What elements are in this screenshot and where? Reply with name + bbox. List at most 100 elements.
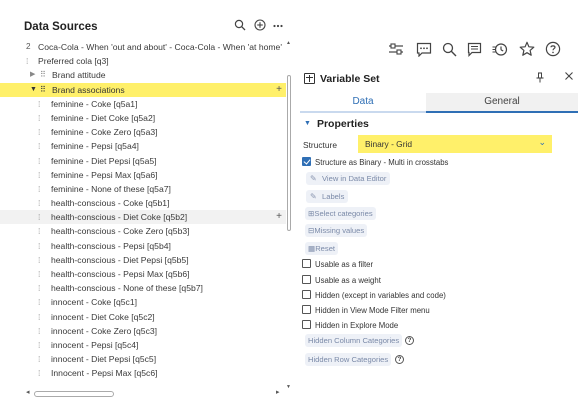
tree-item-label: innocent - Coke Zero [q5c3] bbox=[51, 325, 158, 336]
tree-variable-item[interactable]: ⁞ innocent - Coke [q5c1] bbox=[0, 295, 286, 309]
tree-variable-item[interactable]: ⁞ innocent - Coke Zero [q5c3] bbox=[0, 324, 286, 338]
tab-data[interactable]: Data bbox=[300, 93, 426, 113]
usable-as-filter-checkbox[interactable]: Usable as a filter bbox=[302, 259, 373, 271]
notes-icon[interactable] bbox=[463, 38, 485, 60]
close-icon[interactable] bbox=[564, 71, 574, 84]
tree-item[interactable]: ⁞ Preferred cola [q3] bbox=[0, 54, 286, 68]
add-icon[interactable]: + bbox=[276, 210, 282, 224]
structure-binary-multi-label: Structure as Binary - Multi in crosstabs bbox=[315, 158, 449, 167]
hidden-view-mode-label: Hidden in View Mode Filter menu bbox=[315, 306, 430, 315]
tree-group[interactable]: ▼ ⠿ Brand associations + bbox=[0, 82, 286, 97]
scroll-left-icon[interactable]: ◂ bbox=[26, 388, 30, 396]
tree-variable-item[interactable]: ⁞ health-conscious - Diet Pepsi [q5b5] bbox=[0, 253, 286, 267]
scroll-down-icon[interactable]: ▼ bbox=[286, 384, 291, 390]
history-icon[interactable] bbox=[489, 38, 511, 60]
tree-item-label: feminine - Diet Pepsi [q5a5] bbox=[51, 155, 157, 166]
scroll-up-icon[interactable]: ▲ bbox=[286, 40, 291, 46]
scroll-right-icon[interactable]: ▸ bbox=[276, 388, 280, 396]
checkbox-icon[interactable] bbox=[302, 290, 311, 299]
chevron-right-icon[interactable]: ▶ bbox=[30, 68, 35, 82]
binary-variable-icon: ⁞ bbox=[38, 183, 41, 194]
hidden-view-mode-checkbox[interactable]: Hidden in View Mode Filter menu bbox=[302, 305, 430, 317]
help-icon[interactable] bbox=[542, 38, 564, 60]
binary-variable-icon: ⁞ bbox=[38, 297, 41, 308]
collapse-caret-icon[interactable]: ▼ bbox=[304, 120, 311, 127]
binary-variable-icon: ⁞ bbox=[38, 339, 41, 350]
variable-set-icon bbox=[304, 73, 315, 84]
variable-set-icon: ⠿ bbox=[40, 84, 46, 94]
help-icon[interactable]: ? bbox=[405, 336, 414, 345]
properties-section-header[interactable]: ▼ Properties bbox=[304, 118, 369, 130]
tree-variable-item[interactable]: ⁞ feminine - Pepsi Max [q5a6] bbox=[0, 168, 286, 182]
labels-button[interactable]: ✎ Labels bbox=[306, 190, 349, 203]
hidden-column-categories-button[interactable]: Hidden Column Categories bbox=[305, 334, 403, 347]
pin-icon[interactable] bbox=[535, 72, 545, 86]
checkbox-icon[interactable] bbox=[302, 305, 311, 314]
tree-variable-item[interactable]: ⁞ innocent - Diet Pepsi [q5c5] bbox=[0, 352, 286, 366]
tree-variable-item[interactable]: ⁞ innocent - Diet Coke [q5c2] bbox=[0, 310, 286, 324]
tree-variable-item[interactable]: ⁞ feminine - Pepsi [q5a4] bbox=[0, 139, 286, 153]
usable-as-weight-label: Usable as a weight bbox=[315, 276, 381, 285]
checkbox-icon[interactable] bbox=[302, 259, 311, 268]
help-icon[interactable]: ? bbox=[395, 355, 404, 364]
search-icon[interactable] bbox=[438, 38, 460, 60]
hidden-except-checkbox[interactable]: Hidden (except in variables and code) bbox=[302, 290, 446, 302]
tree-variable-item[interactable]: ⁞ health-conscious - Diet Coke [q5b2] + bbox=[0, 210, 286, 225]
tree-horizontal-scroll-thumb[interactable] bbox=[34, 391, 114, 397]
binary-variable-icon: ⁞ bbox=[38, 127, 41, 138]
tree-variable-item[interactable]: ⁞ feminine - Coke Zero [q5a3] bbox=[0, 125, 286, 139]
variable-set-header: Variable Set bbox=[300, 68, 578, 90]
tree-vertical-scroll-thumb[interactable] bbox=[287, 75, 291, 231]
binary-variable-icon: ⁞ bbox=[38, 368, 41, 379]
tree-variable-item[interactable]: ⁞ Innocent - Pepsi Max [q5c6] bbox=[0, 366, 286, 380]
sliders-icon[interactable] bbox=[385, 38, 407, 60]
properties-title: Properties bbox=[316, 118, 369, 130]
missing-values-button[interactable]: ⊟Missing values bbox=[305, 224, 368, 237]
comment-icon[interactable] bbox=[413, 38, 435, 60]
tree-vertical-scrollbar[interactable]: ▲ ▼ bbox=[286, 40, 292, 392]
hidden-row-categories-button[interactable]: Hidden Row Categories bbox=[305, 353, 392, 366]
data-sources-title: Data Sources bbox=[24, 21, 98, 33]
checkbox-icon[interactable] bbox=[302, 275, 311, 284]
add-circle-icon[interactable] bbox=[252, 17, 268, 33]
star-icon[interactable] bbox=[516, 38, 538, 60]
search-icon[interactable] bbox=[232, 17, 248, 33]
tree-variable-item[interactable]: ⁞ feminine - Diet Pepsi [q5a5] bbox=[0, 154, 286, 168]
usable-as-weight-checkbox[interactable]: Usable as a weight bbox=[302, 275, 381, 287]
checkbox-icon[interactable] bbox=[302, 320, 311, 329]
structure-label: Structure bbox=[303, 140, 337, 150]
checkbox-checked-icon[interactable] bbox=[302, 157, 311, 166]
missing-values-label: Missing values bbox=[314, 226, 365, 235]
tree-variable-item[interactable]: ⁞ feminine - None of these [q5a7] bbox=[0, 182, 286, 196]
tree-variable-item[interactable]: ⁞ health-conscious - None of these [q5b7] bbox=[0, 281, 286, 295]
tree-variable-item[interactable]: ⁞ innocent - Pepsi [q5c4] bbox=[0, 338, 286, 352]
more-icon[interactable] bbox=[270, 17, 286, 33]
tree-group[interactable]: ▶ ⠿ Brand attitude bbox=[0, 68, 286, 82]
chevron-down-icon: ⌄ bbox=[538, 137, 546, 147]
reset-label: Reset bbox=[315, 244, 336, 253]
tree-item[interactable]: 2 Coca-Cola - When 'out and about' - Coca… bbox=[0, 40, 286, 54]
chevron-down-icon[interactable]: ▼ bbox=[30, 83, 37, 97]
structure-binary-multi-checkbox[interactable]: Structure as Binary - Multi in crosstabs bbox=[302, 157, 448, 169]
hidden-column-categories-label: Hidden Column Categories bbox=[308, 336, 400, 345]
view-in-data-editor-button[interactable]: ✎ View in Data Editor bbox=[306, 172, 391, 185]
tree-horizontal-scrollbar[interactable]: ◂ ▸ bbox=[0, 388, 286, 400]
tree-variable-item[interactable]: ⁞ feminine - Coke [q5a1] bbox=[0, 97, 286, 111]
structure-dropdown[interactable]: Binary - Grid ⌄ bbox=[358, 135, 552, 153]
tree-variable-item[interactable]: ⁞ health-conscious - Coke Zero [q5b3] bbox=[0, 224, 286, 238]
tree-item-label: Brand associations bbox=[52, 84, 125, 95]
tree-variable-item[interactable]: ⁞ health-conscious - Pepsi [q5b4] bbox=[0, 239, 286, 253]
binary-variable-icon: ⁞ bbox=[38, 254, 41, 265]
add-icon[interactable]: + bbox=[276, 83, 282, 97]
tree-variable-item[interactable]: ⁞ health-conscious - Coke [q5b1] bbox=[0, 196, 286, 210]
select-categories-button[interactable]: ⊞Select categories bbox=[305, 207, 376, 220]
tree-item-label: feminine - Pepsi [q5a4] bbox=[51, 141, 139, 152]
tab-general[interactable]: General bbox=[426, 93, 578, 113]
tree-variable-item[interactable]: ⁞ health-conscious - Pepsi Max [q5b6] bbox=[0, 267, 286, 281]
hidden-explore-mode-checkbox[interactable]: Hidden in Explore Mode bbox=[302, 320, 398, 332]
reset-button[interactable]: ▦Reset bbox=[305, 242, 339, 255]
tree-variable-item[interactable]: ⁞ feminine - Diet Coke [q5a2] bbox=[0, 111, 286, 125]
tree-item-label: Preferred cola [q3] bbox=[38, 56, 109, 67]
tree-item-label: innocent - Diet Coke [q5c2] bbox=[51, 311, 155, 322]
binary-variable-icon: ⁞ bbox=[38, 98, 41, 109]
